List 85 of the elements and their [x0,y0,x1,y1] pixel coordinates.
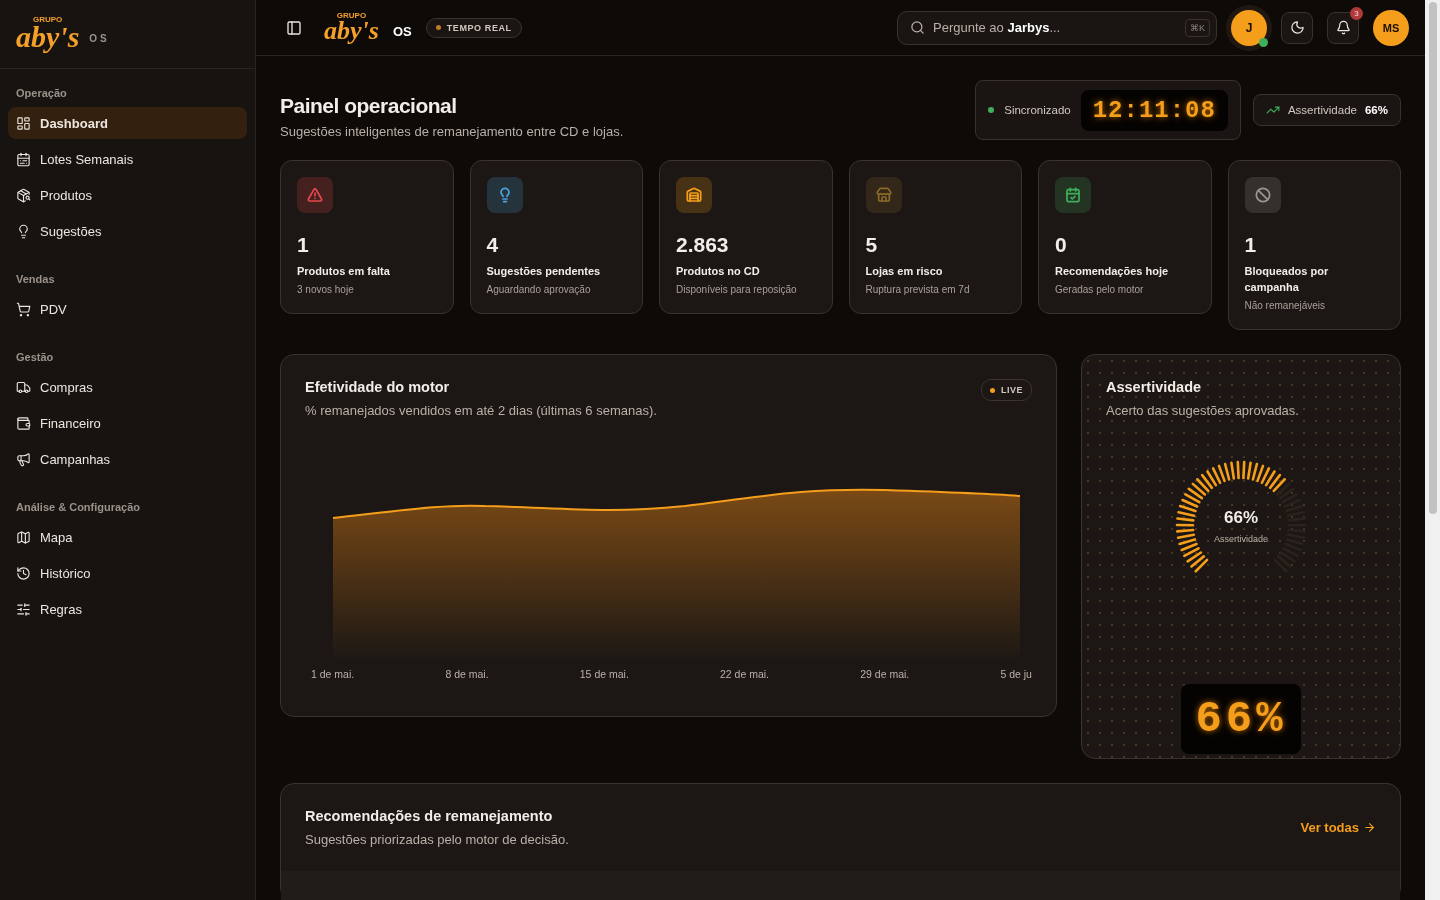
stat-note: Não remanejáveis [1244,300,1327,311]
stat-label: Recomendações hoje [1055,264,1170,279]
stat-value: 2.863 [676,233,730,257]
panel-title: Efetividade do motor [305,379,451,395]
axis-label: 29 de mai. [860,668,910,680]
arrow-right-icon [1363,821,1376,834]
section-title: Gestão [15,350,55,365]
online-dot [1259,37,1268,47]
search-field[interactable]: Pergunte ao Jarbys... ⌘K [897,10,1217,45]
logo-caption: GRUPO [33,16,63,24]
panel-subtitle: Sugestões priorizadas pelo motor de decisão. [305,832,569,847]
sidebar-item[interactable]: Mapa [8,521,247,553]
stat-label: Bloqueados por campanha [1244,264,1330,295]
moon-icon [1289,20,1305,35]
sidebar-item[interactable]: PDV [8,293,247,325]
stat-label: Sugestões pendentes [486,264,602,279]
sliders-icon [16,601,31,617]
calendar-icon [16,151,31,167]
wallet-icon [16,415,31,431]
truck-icon [16,379,31,395]
panel-title: Recomendações de remanejamento [305,808,554,824]
sidebar-item[interactable]: Dashboard [8,107,247,139]
cart-icon [16,301,31,317]
stat-note: Aguardando aprovação [486,284,592,295]
axis-label: 15 de mai. [579,668,629,680]
panel-title: Assertividade [1106,379,1203,395]
page-title: Painel operacional [280,94,458,118]
status-dot [988,107,995,113]
stat-label: Lojas em risco [865,264,944,279]
stat-value: 5 [865,233,879,257]
stat-value: 0 [1055,233,1068,257]
page-subtitle: Sugestões inteligentes de remanejamento entre CD e lojas. [280,124,624,139]
search-icon [910,20,925,35]
axis-label: 22 de mai. [720,668,770,680]
sidebar-item[interactable]: Regras [8,593,247,625]
logo-suffix: OS [392,24,412,39]
stat-note: 3 novos hoje [297,284,355,295]
accuracy-badge: Assertividade 66% [1252,94,1401,126]
stat-value: 1 [1244,233,1258,257]
shortcut-key: ⌘K [1185,18,1210,37]
logo-caption: GRUPO [336,11,367,20]
sidebar-item[interactable]: Financeiro [8,407,247,439]
axis-label: 1 de mai. [311,668,355,680]
sidebar-item[interactable]: Campanhas [8,443,247,475]
clock-display: 12:11:08 [1080,89,1228,131]
sidebar-item[interactable]: Histórico [8,557,247,589]
package-icon [16,187,31,203]
stat-note: Geradas pelo motor [1055,284,1145,295]
sidebar-panel-icon [286,19,302,36]
realtime-badge: TEMPO REAL [425,17,522,38]
section-title: Vendas [15,272,56,287]
logo: aby's [16,22,80,52]
panel-subtitle: Acerto das sugestões aprovadas. [1106,403,1300,418]
gauge-caption: Assertividade [1214,534,1268,544]
panel-subtitle: % remanejados vendidos em até 2 dias (últimas 6 semanas). [305,403,657,418]
sidebar-item[interactable]: Produtos [8,179,247,211]
axis-label: 5 de ju [1000,668,1032,680]
led-display: 66% [1181,684,1301,754]
dashboard-icon [16,115,31,131]
stat-note: Disponíveis para reposição [676,284,798,295]
history-icon [16,565,31,581]
stat-value: 1 [297,233,310,257]
bell-icon [1335,20,1351,35]
live-badge: LIVE [981,379,1032,401]
stat-note: Ruptura prevista em 7d [865,284,971,295]
logo: aby's [324,17,379,44]
notification-count: 3 [1350,6,1363,20]
axis-label: 8 de mai. [445,668,489,680]
megaphone-icon [16,451,31,467]
stat-label: Produtos em falta [297,264,391,279]
lightbulb-icon [16,223,31,239]
gauge-value: 66% [1224,508,1258,528]
stat-value: 4 [486,233,500,257]
user-avatar[interactable]: MS [1373,9,1409,46]
sidebar-item[interactable]: Sugestões [8,215,247,247]
stat-label: Produtos no CD [676,264,761,279]
view-all-link[interactable]: Ver todas [1300,820,1376,835]
section-title: Operação [15,86,68,101]
sync-label: Sincronizado [1004,104,1071,116]
sidebar-item[interactable]: Compras [8,371,247,403]
sidebar-item[interactable]: Lotes Semanais [8,143,247,175]
theme-button[interactable] [1281,11,1313,44]
section-title: Análise & Configuração [15,500,142,515]
logo-suffix: OS [89,32,110,44]
map-icon [16,529,31,545]
